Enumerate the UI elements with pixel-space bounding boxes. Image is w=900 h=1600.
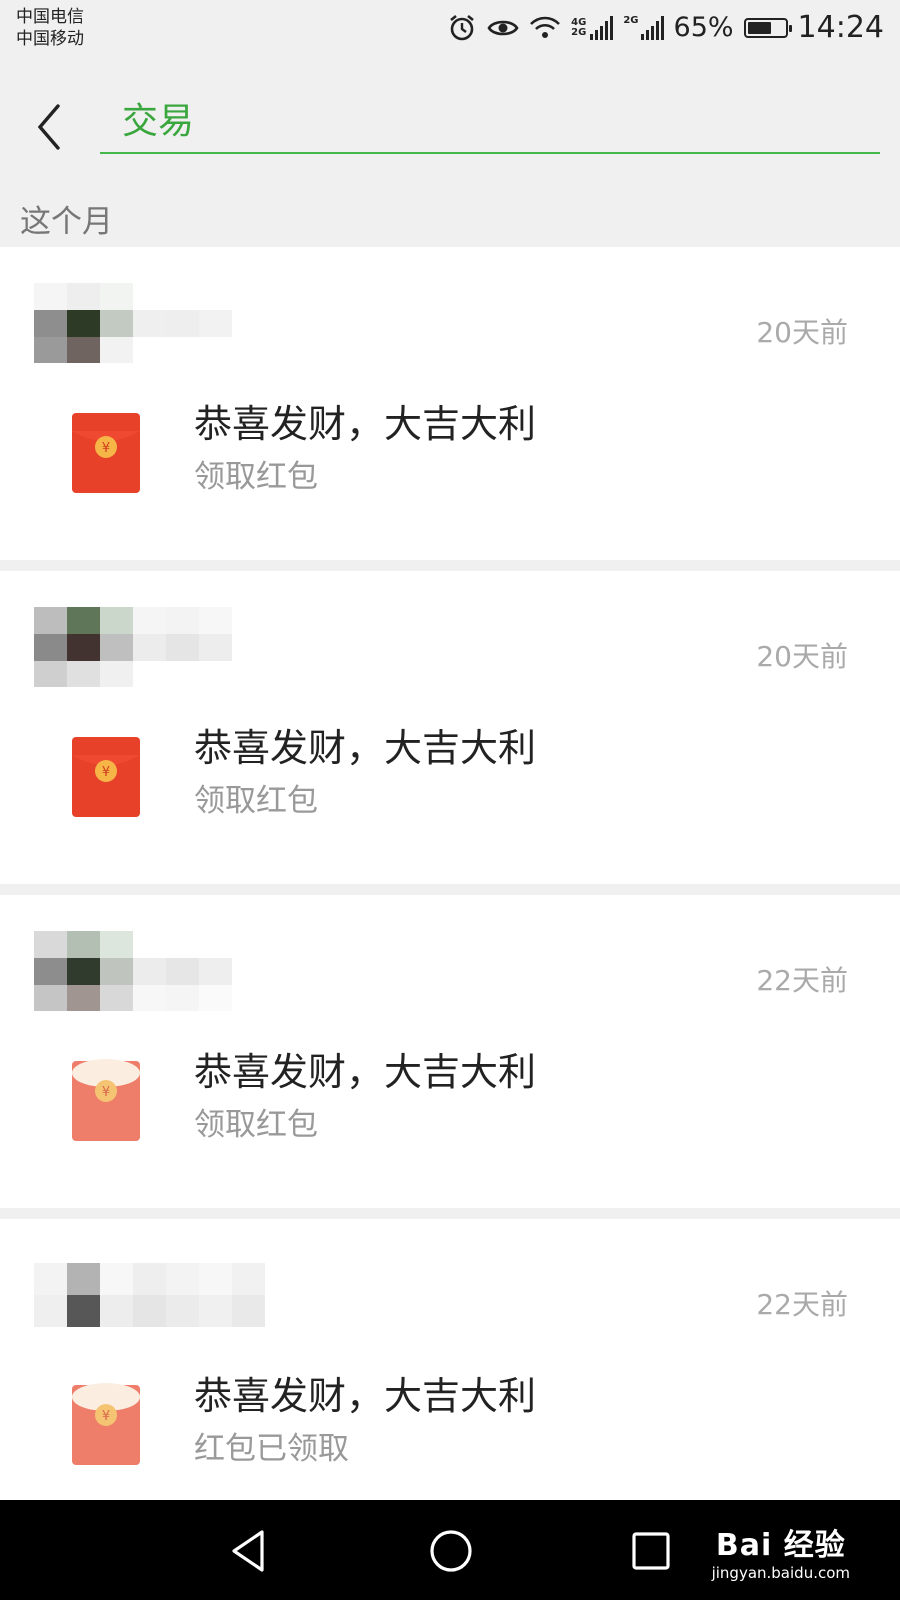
red-envelope-icon: ¥ [70,411,142,495]
red-envelope-opened-icon: ¥ [70,1059,142,1143]
avatar [34,931,234,1011]
transaction-list: 20天前 ¥ 恭喜发财，大吉大利 领取红包 20天前 ¥ 恭喜发财，大吉大利 领… [0,247,900,1543]
clock: 14:24 [797,10,884,45]
navigation-bar: Bai 经验 jingyan.baidu.com [0,1500,900,1600]
transaction-item[interactable]: 22天前 ¥ 恭喜发财，大吉大利 领取红包 [0,895,900,1208]
svg-text:¥: ¥ [102,1409,110,1424]
battery-icon [743,17,792,38]
transaction-title: 恭喜发财，大吉大利 [194,726,537,770]
watermark-brand: Bai 经验 [715,1528,846,1563]
status-bar: 中国电信 中国移动 4G 2G 2G 65% 14:24 [0,0,900,62]
red-envelope-opened-icon: ¥ [70,1383,142,1467]
baidu-watermark: Bai 经验 jingyan.baidu.com [712,1520,850,1582]
wifi-icon [529,15,561,41]
carrier-info: 中国电信 中国移动 [16,6,84,50]
nav-recents-button[interactable] [624,1524,678,1578]
signal-1-icon: 4G 2G [571,15,614,40]
network-label-3: 2G [623,14,639,26]
transaction-status: 领取红包 [194,783,318,819]
transaction-title: 恭喜发财，大吉大利 [194,1050,537,1094]
back-button[interactable] [30,92,70,152]
transaction-title: 恭喜发财，大吉大利 [194,402,537,446]
eye-icon [487,16,519,40]
circle-home-icon [430,1530,472,1572]
triangle-back-icon [232,1530,264,1572]
transaction-status: 领取红包 [194,459,318,495]
svg-text:¥: ¥ [102,441,110,456]
transaction-time: 20天前 [756,640,848,673]
network-label-1: 4G [571,16,587,28]
avatar [34,1255,270,1335]
transaction-status: 红包已领取 [194,1431,349,1467]
avatar [34,607,234,687]
transaction-time: 20天前 [756,316,848,349]
watermark-url: jingyan.baidu.com [711,1564,850,1582]
transaction-item[interactable]: 20天前 ¥ 恭喜发财，大吉大利 领取红包 [0,571,900,884]
section-label-this-month: 这个月 [20,204,113,240]
carrier-2: 中国移动 [16,29,84,49]
nav-home-button[interactable] [424,1524,478,1578]
transaction-item[interactable]: 20天前 ¥ 恭喜发财，大吉大利 领取红包 [0,247,900,560]
battery-percent: 65% [673,12,734,43]
red-envelope-icon: ¥ [70,735,142,819]
search-field[interactable] [100,88,880,154]
transaction-item[interactable]: 22天前 ¥ 恭喜发财，大吉大利 红包已领取 [0,1219,900,1532]
avatar [34,283,234,363]
signal-2-icon: 2G [623,14,664,40]
back-arrow-icon [37,104,60,150]
status-icons: 4G 2G 2G 65% 14:24 [447,10,884,45]
network-label-2: 2G [571,26,587,38]
nav-back-button[interactable] [222,1524,276,1578]
svg-text:¥: ¥ [102,765,110,780]
carrier-1: 中国电信 [16,7,84,27]
svg-text:¥: ¥ [102,1085,110,1100]
alarm-icon [447,13,477,43]
transaction-time: 22天前 [756,1288,848,1321]
transaction-title: 恭喜发财，大吉大利 [194,1374,537,1418]
square-recents-icon [632,1532,670,1570]
search-input[interactable] [100,88,880,148]
transaction-status: 领取红包 [194,1107,318,1143]
transaction-time: 22天前 [756,964,848,997]
